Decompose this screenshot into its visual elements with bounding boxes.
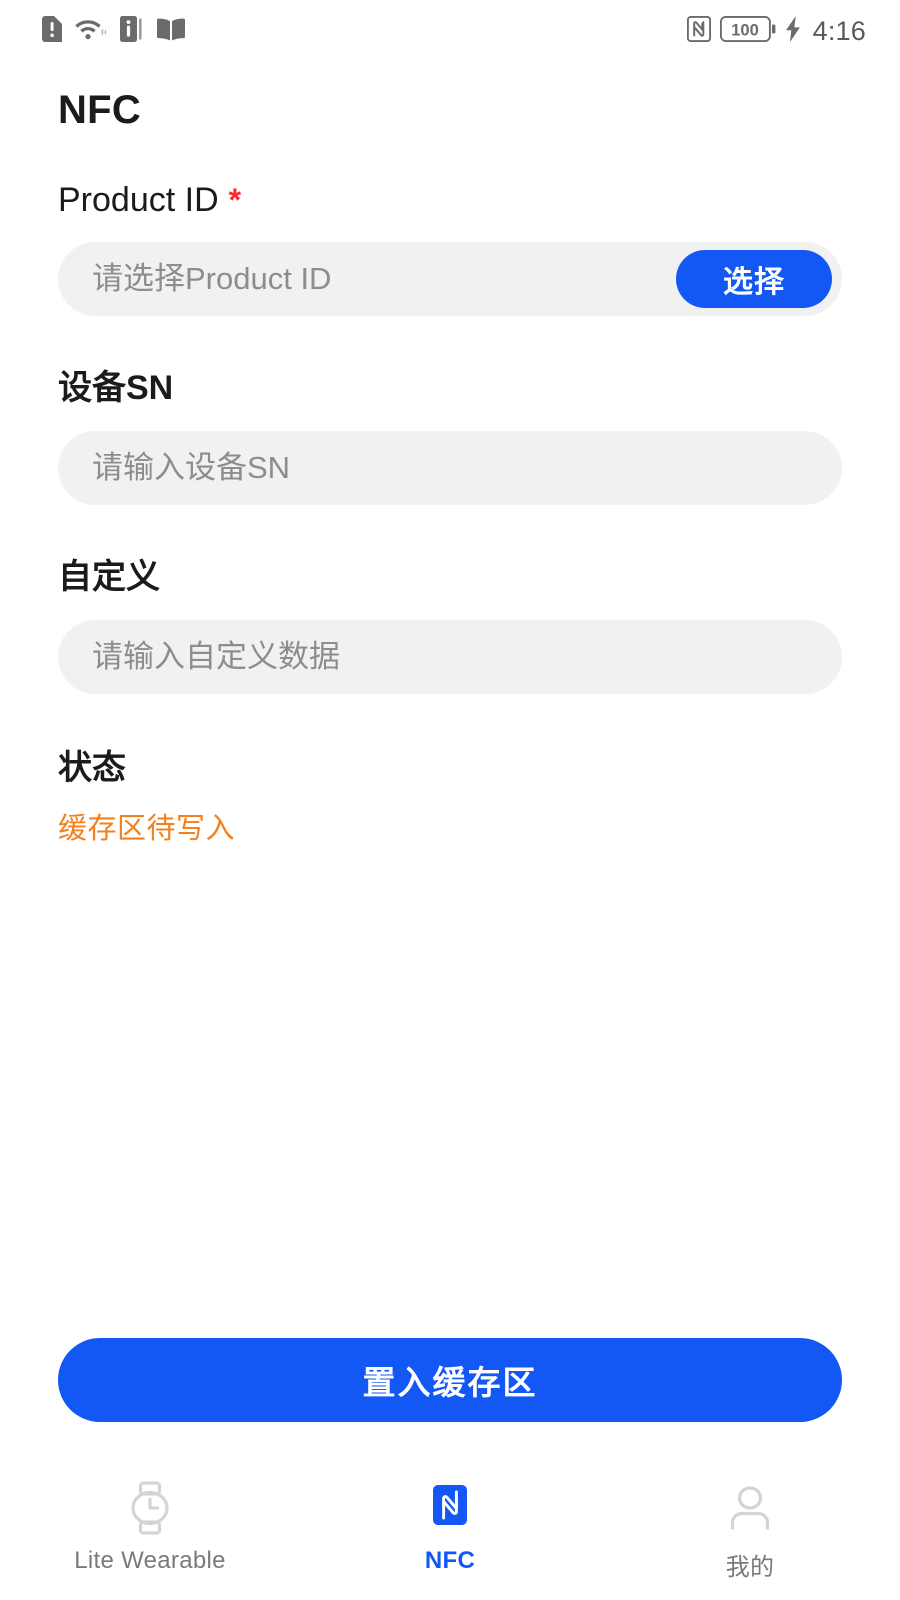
custom-data-input-wrap[interactable]: 请输入自定义数据 <box>58 620 842 694</box>
nfc-form: Product ID * 请选择Product ID 选择 设备SN 请输入设备… <box>0 133 900 847</box>
info-icon <box>120 15 144 47</box>
person-icon <box>725 1480 775 1536</box>
status-label: 状态 <box>58 749 126 787</box>
tab-profile[interactable]: 我的 <box>600 1480 900 1582</box>
tab-nfc[interactable]: NFC <box>300 1480 600 1575</box>
status-badge: 缓存区待写入 <box>58 813 236 845</box>
custom-data-input[interactable]: 请输入自定义数据 <box>92 620 808 694</box>
required-asterisk-icon: * <box>228 182 242 218</box>
product-id-input[interactable]: 请选择Product ID <box>92 242 676 316</box>
book-icon <box>157 17 185 46</box>
device-sn-input[interactable]: 请输入设备SN <box>92 431 808 505</box>
status-bar-left-icons <box>42 15 185 47</box>
field-custom-data: 自定义 请输入自定义数据 <box>58 549 842 694</box>
status-bar-right-icons: 100 4:16 <box>686 15 866 47</box>
select-product-id-button[interactable]: 选择 <box>676 250 832 308</box>
status-bar: 100 4:16 <box>0 0 900 62</box>
tab-label-nfc: NFC <box>424 1547 476 1574</box>
device-sn-input-wrap[interactable]: 请输入设备SN <box>58 431 842 505</box>
field-product-id: Product ID * 请选择Product ID 选择 <box>58 181 842 316</box>
device-sn-label: 设备SN <box>58 369 174 407</box>
write-to-buffer-button[interactable]: 置入缓存区 <box>58 1338 842 1422</box>
custom-data-label: 自定义 <box>58 558 160 596</box>
wifi-icon <box>75 16 107 47</box>
tab-lite-wearable[interactable]: Lite Wearable <box>0 1480 300 1575</box>
nfc-icon <box>686 15 711 47</box>
status-section: 状态 缓存区待写入 <box>58 740 842 847</box>
action-area: 置入缓存区 <box>0 1338 900 1468</box>
svg-text:100: 100 <box>731 21 759 39</box>
product-id-label: Product ID <box>58 181 219 219</box>
status-bar-clock: 4:16 <box>812 15 866 46</box>
bottom-tab-bar: Lite Wearable NFC 我的 <box>0 1468 900 1600</box>
product-id-input-wrap[interactable]: 请选择Product ID 选择 <box>58 242 842 316</box>
nfc-logo-icon <box>425 1480 475 1536</box>
field-device-sn: 设备SN 请输入设备SN <box>58 360 842 505</box>
battery-icon: 100 <box>719 15 776 47</box>
sim-alert-icon <box>42 15 62 47</box>
charging-bolt-icon <box>785 15 801 47</box>
page-title: NFC <box>58 88 142 132</box>
watch-icon <box>125 1480 175 1536</box>
tab-label-profile: 我的 <box>725 1554 775 1581</box>
product-id-label-row: Product ID * <box>58 181 842 220</box>
tab-label-lite-wearable: Lite Wearable <box>74 1547 226 1574</box>
app-screen: 100 4:16 NFC Product ID * 请选择Product ID … <box>0 0 900 1600</box>
